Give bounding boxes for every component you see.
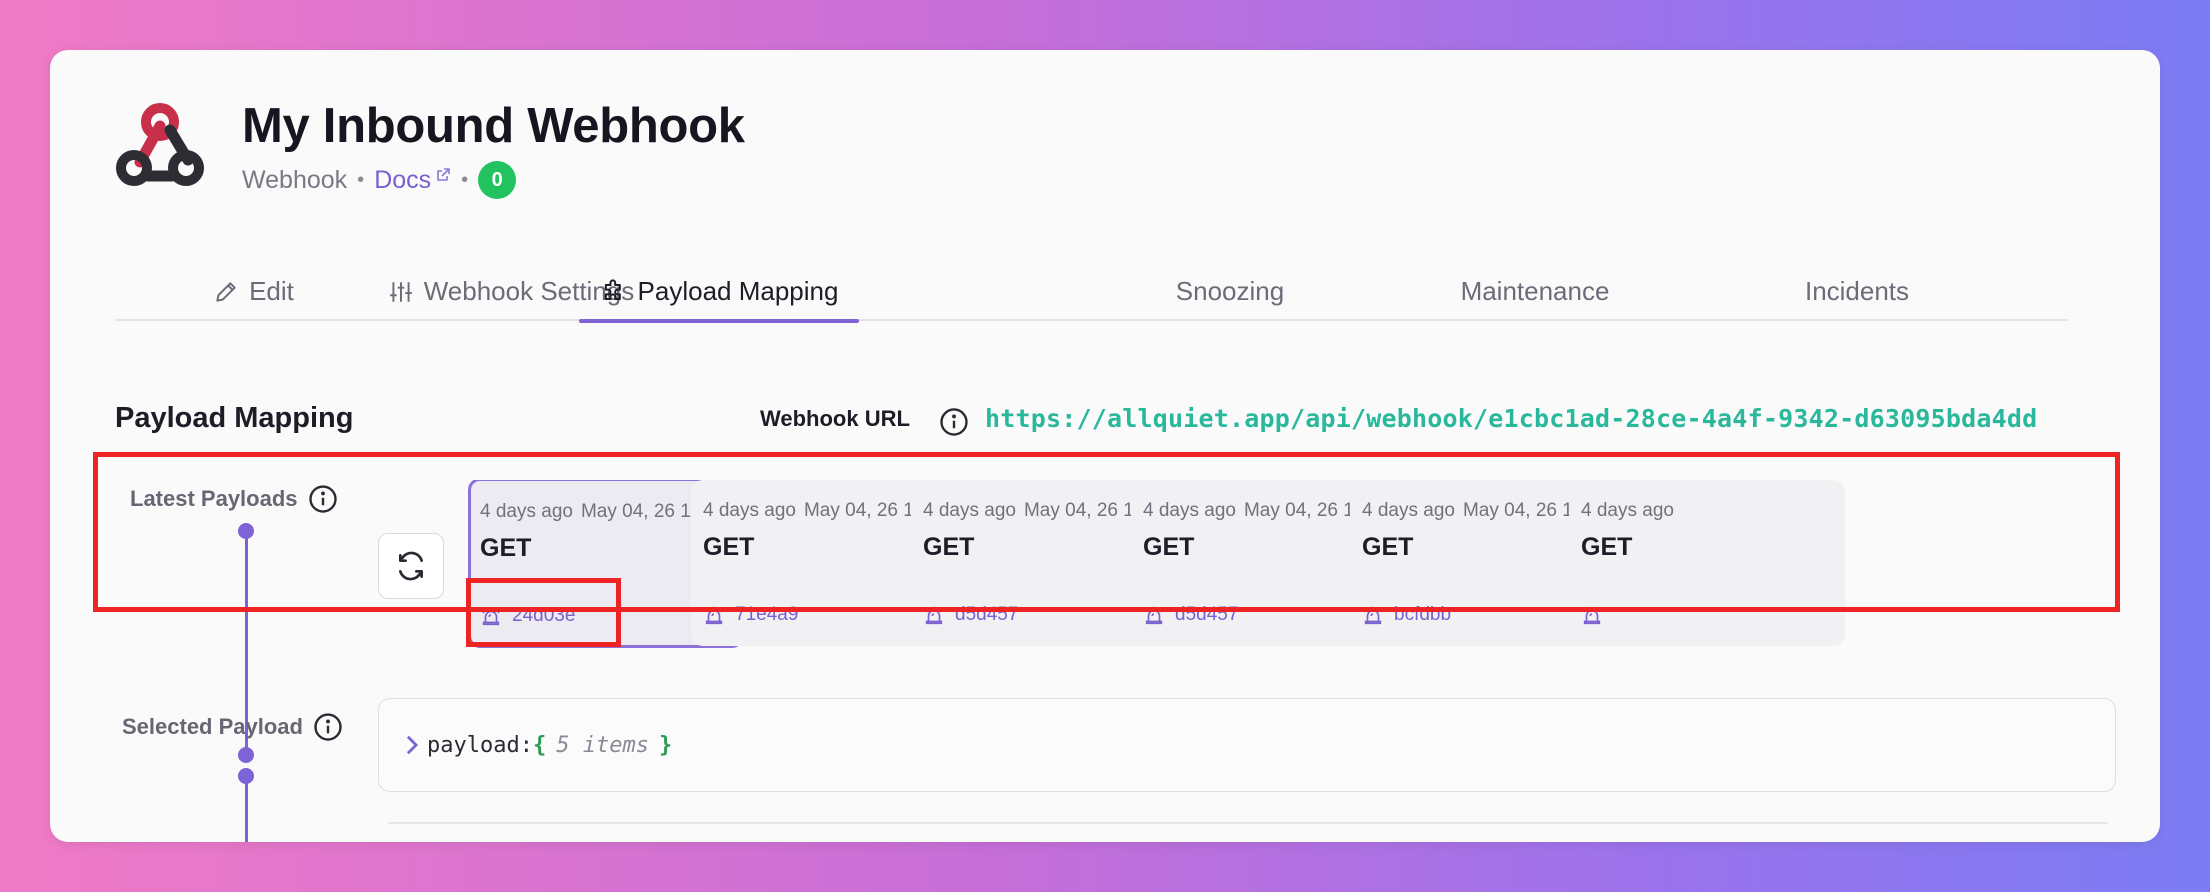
section-title: Payload Mapping — [115, 402, 354, 434]
tab-bar: Edit Webhook Settings Payload Mapping Sn… — [115, 262, 2068, 323]
json-open-brace: { — [532, 732, 547, 758]
json-colon: : — [519, 732, 533, 758]
pencil-icon — [216, 281, 236, 302]
highlight-box-payloads — [93, 452, 2120, 612]
tab-label: Edit — [249, 276, 294, 306]
json-key: payload — [427, 732, 520, 758]
separator-dot: • — [461, 168, 469, 191]
selected-payload-label: Selected Payload — [122, 712, 343, 742]
json-viewer[interactable]: payload : { 5 items } — [378, 698, 2116, 792]
timeline-line — [245, 776, 248, 842]
tab-label: Snoozing — [1175, 276, 1285, 306]
divider — [388, 822, 2108, 824]
tab-label: Maintenance — [1460, 276, 1610, 306]
info-icon[interactable] — [313, 712, 343, 742]
tab-label: Incidents — [1804, 276, 1910, 306]
webhook-url-label: Webhook URL — [760, 406, 910, 431]
selected-payload-text: Selected Payload — [122, 714, 303, 739]
chevron-right-icon[interactable] — [403, 734, 421, 756]
separator-dot: • — [357, 168, 365, 191]
count-badge: 0 — [478, 161, 517, 199]
docs-link-label: Docs — [374, 165, 432, 194]
external-link-icon — [437, 168, 450, 181]
sliders-icon — [389, 281, 412, 302]
integration-type-label: Webhook — [242, 165, 348, 194]
webhook-url-value[interactable]: https://allquiet.app/api/webhook/e1cbc1a… — [985, 404, 2037, 433]
docs-link[interactable]: Docs — [374, 166, 451, 195]
puzzle-icon — [604, 278, 621, 300]
tab-payload-mapping[interactable]: Payload Mapping — [579, 262, 859, 323]
tab-label: Payload Mapping — [637, 276, 839, 306]
info-icon[interactable] — [939, 407, 969, 437]
webhook-card: My Inbound Webhook Webhook • Docs • 0 Ed… — [50, 50, 2160, 842]
page-title: My Inbound Webhook — [242, 99, 745, 153]
highlight-box-incident — [466, 578, 621, 647]
json-close-brace: } — [658, 732, 673, 758]
webhook-logo-icon — [116, 103, 204, 186]
json-item-count: 5 items — [556, 732, 649, 758]
timeline-dot — [238, 747, 254, 763]
header-subline: Webhook • Docs • 0 — [242, 160, 517, 200]
